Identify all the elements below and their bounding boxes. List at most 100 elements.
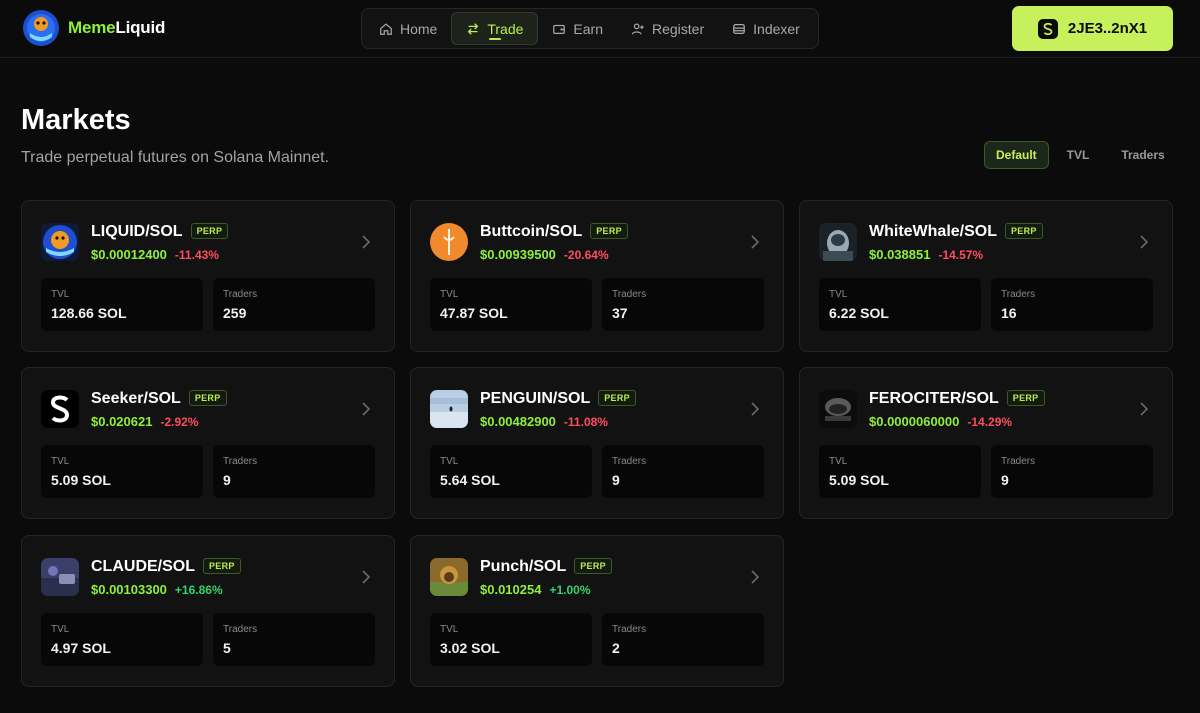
traders-stat: Traders 259 — [213, 278, 375, 331]
traders-stat: Traders 9 — [213, 445, 375, 498]
price-change: +16.86% — [174, 583, 223, 597]
tvl-stat: TVL 4.97 SOL — [41, 613, 203, 666]
page-title: Markets — [21, 104, 131, 136]
market-name: PENGUIN/SOL PERP — [480, 390, 636, 408]
sort-default-button[interactable]: Default — [984, 141, 1049, 169]
traders-stat: Traders 5 — [213, 613, 375, 666]
tvl-stat: TVL 3.02 SOL — [430, 613, 592, 666]
wallet-icon — [553, 24, 566, 34]
home-icon — [380, 22, 392, 35]
chevron-right-icon — [1140, 235, 1149, 249]
market-name: LIQUID/SOL PERP — [91, 223, 229, 241]
buttcoin-logo-icon — [430, 223, 468, 261]
perp-badge: PERP — [188, 390, 227, 406]
market-price: $0.00103300 — [91, 582, 167, 597]
claude-logo-icon — [41, 558, 79, 596]
tvl-stat: TVL 5.09 SOL — [819, 445, 981, 498]
perp-badge: PERP — [1005, 223, 1043, 239]
market-price: $0.00482900 — [480, 414, 556, 429]
nav-trade-label: Trade — [487, 20, 524, 37]
nav-register-label: Register — [652, 20, 705, 37]
nav-home-label: Home — [400, 20, 438, 37]
perp-badge: PERP — [598, 390, 636, 406]
market-price: $0.00939500 — [480, 247, 556, 262]
page-subtitle: Trade perpetual futures on Solana Mainne… — [21, 149, 330, 166]
nav-indexer[interactable]: Indexer — [718, 12, 814, 45]
market-name: Seeker/SOL PERP — [91, 390, 227, 408]
price-change: -14.29% — [967, 415, 1013, 429]
price-row: $0.00012400 -11.43% — [91, 247, 219, 262]
market-price: $0.010254 — [480, 582, 542, 597]
market-card-seeker[interactable]: Seeker/SOL PERP $0.020621 -2.92% TVL 5.09 S… — [21, 367, 395, 519]
price-change: -2.92% — [160, 415, 199, 429]
traders-stat: Traders 37 — [602, 278, 764, 331]
market-name: Buttcoin/SOL PERP — [480, 223, 628, 241]
price-row: $0.00482900 -11.08% — [480, 414, 608, 429]
nav-earn[interactable]: Earn — [538, 12, 617, 45]
tvl-stat: TVL 47.87 SOL — [430, 278, 592, 331]
brand-logo[interactable]: MemeLiquid — [22, 9, 165, 47]
price-change: -11.43% — [174, 248, 219, 262]
price-row: $0.010254 +1.00% — [480, 582, 591, 597]
market-card-buttcoin[interactable]: Buttcoin/SOL PERP $0.00939500 -20.64% TVL 4… — [410, 200, 784, 352]
sort-traders-button[interactable]: Traders — [1107, 141, 1178, 169]
chevron-right-icon — [362, 402, 371, 416]
price-row: $0.020621 -2.92% — [91, 414, 198, 429]
memeliquid-logo-icon — [23, 10, 59, 46]
main-nav: Home Trade Earn Register Indexer — [361, 8, 819, 49]
market-price: $0.020621 — [91, 414, 153, 429]
market-name: CLAUDE/SOL PERP — [91, 558, 241, 576]
tvl-stat: TVL 5.64 SOL — [430, 445, 592, 498]
traders-stat: Traders 9 — [602, 445, 764, 498]
market-name: Punch/SOL PERP — [480, 558, 612, 576]
market-card-ferociter[interactable]: FEROCITER/SOL PERP $0.0000060000 -14.29% T… — [799, 367, 1173, 519]
price-row: $0.038851 -14.57% — [869, 247, 983, 262]
market-price: $0.00012400 — [91, 247, 167, 262]
price-row: $0.00103300 +16.86% — [91, 582, 223, 597]
chevron-right-icon — [1140, 402, 1149, 416]
nav-home[interactable]: Home — [365, 12, 451, 45]
traders-stat: Traders 2 — [602, 613, 764, 666]
price-change: -11.08% — [563, 415, 608, 429]
seeker-logo-icon — [41, 390, 79, 428]
market-card-penguin[interactable]: PENGUIN/SOL PERP $0.00482900 -11.08% TVL 5.… — [410, 367, 784, 519]
user-plus-icon — [631, 22, 644, 35]
tvl-stat: TVL 128.66 SOL — [41, 278, 203, 331]
perp-badge: PERP — [203, 558, 241, 574]
penguin-logo-icon — [430, 390, 468, 428]
whitewhale-logo-icon — [819, 223, 857, 261]
chevron-right-icon — [362, 570, 371, 584]
market-card-punch[interactable]: Punch/SOL PERP $0.010254 +1.00% TVL 3.02 SO… — [410, 535, 784, 687]
price-row: $0.00939500 -20.64% — [480, 247, 609, 262]
wallet-button[interactable]: 2JE3..2nX1 — [1012, 6, 1173, 51]
sort-tvl-button[interactable]: TVL — [1053, 141, 1104, 169]
wallet-address: 2JE3..2nX1 — [1067, 20, 1148, 37]
market-name: FEROCITER/SOL PERP — [869, 390, 1045, 408]
perp-badge: PERP — [574, 558, 612, 574]
nav-register[interactable]: Register — [617, 12, 718, 45]
traders-stat: Traders 16 — [991, 278, 1153, 331]
price-change: +1.00% — [549, 583, 591, 597]
market-card-liquid[interactable]: LIQUID/SOL PERP $0.00012400 -11.43% TVL 128… — [21, 200, 395, 352]
perp-badge: PERP — [590, 223, 628, 239]
nav-indexer-label: Indexer — [753, 20, 800, 37]
tvl-stat: TVL 6.22 SOL — [819, 278, 981, 331]
price-change: -14.57% — [938, 248, 984, 262]
market-price: $0.0000060000 — [869, 414, 960, 429]
market-card-whitewhale[interactable]: WhiteWhale/SOL PERP $0.038851 -14.57% TVL 6… — [799, 200, 1173, 352]
price-row: $0.0000060000 -14.29% — [869, 414, 1012, 429]
market-card-claude[interactable]: CLAUDE/SOL PERP $0.00103300 +16.86% TVL 4.9… — [21, 535, 395, 687]
chevron-right-icon — [751, 402, 760, 416]
chevron-right-icon — [751, 235, 760, 249]
tvl-stat: TVL 5.09 SOL — [41, 445, 203, 498]
brand-name: MemeLiquid — [68, 18, 166, 37]
top-bar: MemeLiquid Home Trade Earn Register Inde… — [0, 0, 1200, 58]
database-icon — [733, 23, 746, 34]
punch-logo-icon — [430, 558, 468, 596]
market-price: $0.038851 — [869, 247, 931, 262]
sort-toggle: Default TVL Traders — [984, 141, 1179, 169]
nav-trade[interactable]: Trade — [451, 12, 539, 45]
market-name: WhiteWhale/SOL PERP — [869, 223, 1043, 241]
swap-icon — [468, 22, 479, 35]
traders-stat: Traders 9 — [991, 445, 1153, 498]
